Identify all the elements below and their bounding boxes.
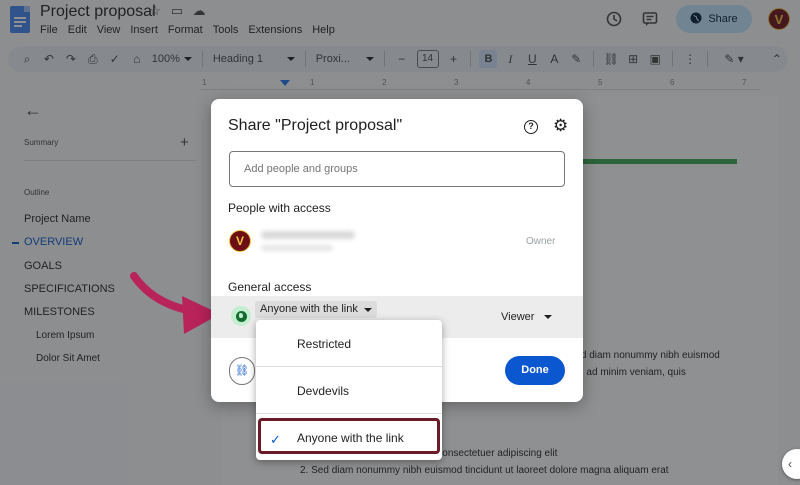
- chevron-down-icon: [544, 315, 553, 319]
- done-button[interactable]: Done: [505, 356, 565, 385]
- role-select[interactable]: Viewer: [501, 311, 553, 323]
- dropdown-divider: [256, 366, 442, 367]
- copy-link-button[interactable]: ⛓: [229, 357, 255, 385]
- option-restricted[interactable]: Restricted: [256, 337, 442, 351]
- globe-icon: [231, 306, 251, 326]
- owner-role-label: Owner: [526, 236, 556, 247]
- option-devdevils[interactable]: Devdevils: [256, 384, 442, 398]
- role-value: Viewer: [501, 311, 535, 323]
- general-access-heading: General access: [228, 280, 312, 294]
- chevron-down-icon: [363, 307, 372, 312]
- add-people-input[interactable]: [229, 151, 565, 187]
- option-anyone-with-link[interactable]: Anyone with the link: [256, 431, 442, 445]
- help-icon[interactable]: ?: [524, 120, 538, 134]
- owner-name-redacted: [261, 231, 355, 239]
- dropdown-divider: [256, 413, 442, 414]
- dialog-title: Share "Project proposal": [228, 117, 403, 134]
- chevron-left-icon: ‹: [788, 457, 792, 471]
- gear-icon[interactable]: ⚙: [553, 116, 568, 136]
- link-icon: ⛓: [235, 365, 249, 377]
- owner-email-redacted: [261, 245, 333, 251]
- general-access-dropdown: Restricted Devdevils ✓ Anyone with the l…: [256, 320, 442, 460]
- owner-avatar: V: [229, 230, 251, 252]
- general-access-value: Anyone with the link: [260, 303, 358, 315]
- general-access-select[interactable]: Anyone with the link: [255, 301, 377, 318]
- people-with-access-heading: People with access: [228, 201, 331, 215]
